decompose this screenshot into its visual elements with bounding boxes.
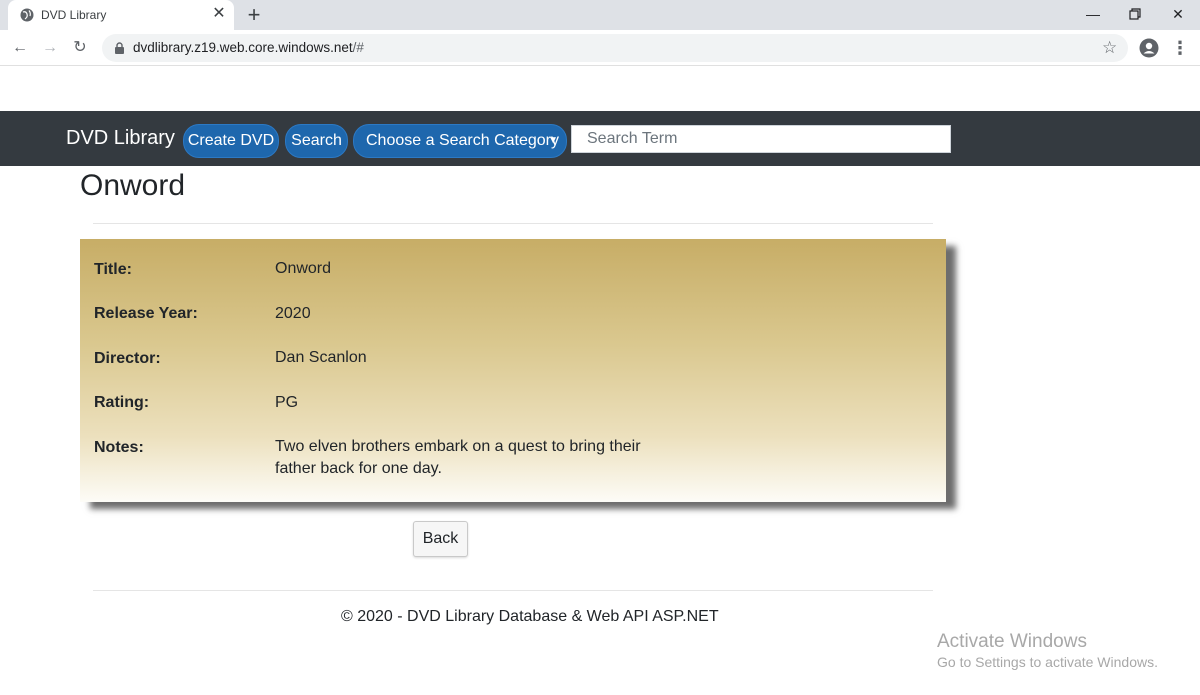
release-year-value: 2020 xyxy=(275,305,311,322)
close-icon[interactable]: ✕ xyxy=(210,4,228,24)
profile-icon[interactable] xyxy=(1139,38,1159,58)
activation-watermark-subtitle: Go to Settings to activate Windows. xyxy=(937,654,1158,670)
page-title: Onword xyxy=(80,169,186,202)
minimize-icon[interactable]: — xyxy=(1071,0,1115,28)
brand[interactable]: DVD Library xyxy=(66,127,175,150)
search-category-dropdown[interactable]: Choose a Search Category ▼ xyxy=(353,124,567,158)
title-label: Title: xyxy=(94,261,132,278)
close-window-icon[interactable]: ✕ xyxy=(1156,0,1200,28)
caret-down-icon: ▼ xyxy=(548,135,558,146)
notes-label: Notes: xyxy=(94,439,144,456)
notes-value: Two elven brothers embark on a quest to … xyxy=(275,438,641,477)
back-button[interactable]: Back xyxy=(413,521,468,557)
forward-arrow-icon[interactable]: → xyxy=(38,36,62,60)
app-navbar: DVD Library Create DVD Search Choose a S… xyxy=(0,111,1200,166)
search-term-input[interactable] xyxy=(571,125,951,153)
search-category-label: Choose a Search Category xyxy=(366,132,559,149)
dvd-details-card: Title: Onword Release Year: 2020 Directo… xyxy=(80,239,946,502)
footer-divider xyxy=(93,590,933,591)
star-icon[interactable]: ☆ xyxy=(1102,37,1117,59)
globe-icon xyxy=(20,8,34,22)
plus-icon[interactable]: + xyxy=(244,3,264,27)
create-dvd-button[interactable]: Create DVD xyxy=(183,124,279,158)
browser-tabstrip: DVD Library ✕ + — ✕ xyxy=(0,0,1200,30)
tab-title: DVD Library xyxy=(41,8,107,22)
back-arrow-icon[interactable]: ← xyxy=(8,36,32,60)
release-year-label: Release Year: xyxy=(94,305,198,322)
search-button[interactable]: Search xyxy=(285,124,348,158)
reload-icon[interactable]: ↻ xyxy=(68,36,92,60)
restore-icon[interactable] xyxy=(1113,0,1157,28)
address-bar[interactable]: dvdlibrary.z19.web.core.windows.net/# ☆ xyxy=(102,34,1128,62)
browser-toolbar: ← → ↻ dvdlibrary.z19.web.core.windows.ne… xyxy=(0,30,1200,66)
activation-watermark-title: Activate Windows xyxy=(937,631,1087,652)
rating-value: PG xyxy=(275,394,299,411)
lock-icon xyxy=(115,42,124,54)
director-label: Director: xyxy=(94,350,161,367)
title-value: Onword xyxy=(275,260,332,277)
url-text: dvdlibrary.z19.web.core.windows.net/# xyxy=(133,40,364,55)
director-value: Dan Scanlon xyxy=(275,349,367,366)
footer-text: © 2020 - DVD Library Database & Web API … xyxy=(341,608,719,625)
browser-tab[interactable]: DVD Library ✕ xyxy=(8,0,234,30)
divider xyxy=(93,223,933,224)
kebab-menu-icon[interactable]: ⋮ xyxy=(1171,36,1189,60)
rating-label: Rating: xyxy=(94,394,150,411)
